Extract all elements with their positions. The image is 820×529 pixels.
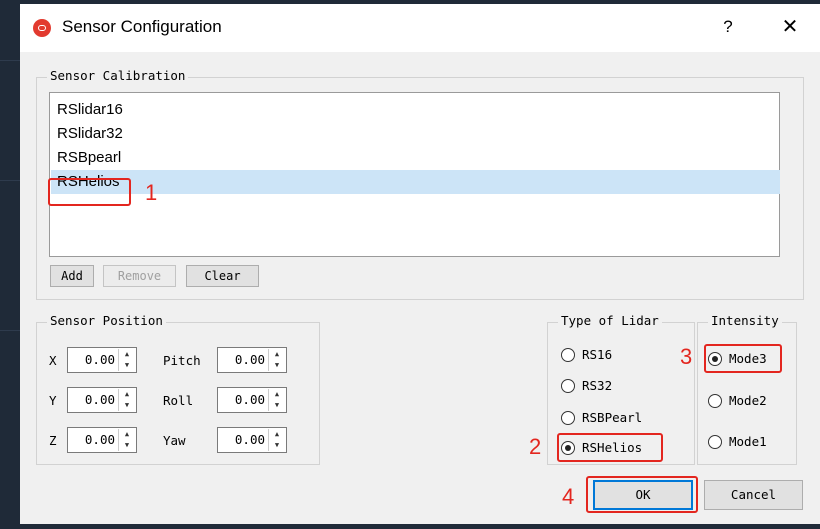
z-value: 0.00 [84, 432, 115, 447]
ok-button[interactable]: OK [593, 480, 693, 510]
radio-button[interactable] [561, 411, 575, 425]
yaw-spinbox-arrows[interactable]: ▲ ▼ [268, 429, 285, 451]
spin-up-icon[interactable]: ▲ [269, 429, 285, 440]
help-button[interactable]: ? [716, 14, 740, 40]
roll-value: 0.00 [234, 392, 265, 407]
cancel-button[interactable]: Cancel [704, 480, 803, 510]
background-line [0, 330, 20, 331]
add-button[interactable]: Add [50, 265, 94, 287]
pitch-value: 0.00 [234, 352, 265, 367]
annotation-number-3: 3 [680, 344, 693, 369]
remove-button[interactable]: Remove [103, 265, 176, 287]
spin-down-icon[interactable]: ▼ [119, 440, 135, 451]
pitch-label: Pitch [163, 353, 201, 368]
background-line [0, 180, 20, 181]
yaw-value: 0.00 [234, 432, 265, 447]
radio-button[interactable] [708, 435, 722, 449]
x-spinbox[interactable]: 0.00 ▲ ▼ [67, 347, 137, 373]
z-label: Z [49, 433, 57, 448]
radio-button[interactable] [561, 348, 575, 362]
annotation-highlight-2 [557, 433, 663, 462]
calibration-list[interactable]: RSlidar16 RSlidar32 RSBpearl RSHelios [49, 92, 780, 257]
z-spinbox[interactable]: 0.00 ▲ ▼ [67, 427, 137, 453]
radio-button[interactable] [708, 394, 722, 408]
radio-label: Mode1 [729, 434, 767, 449]
pitch-spinbox[interactable]: 0.00 ▲ ▼ [217, 347, 287, 373]
y-value: 0.00 [84, 392, 115, 407]
sensor-configuration-dialog: Sensor Configuration ? ✕ Sensor Calibrat… [20, 4, 820, 524]
roll-spinbox-arrows[interactable]: ▲ ▼ [268, 389, 285, 411]
close-icon[interactable]: ✕ [777, 14, 803, 40]
annotation-number-4: 4 [562, 484, 575, 509]
list-item[interactable]: RSlidar16 [51, 98, 780, 122]
x-spinbox-arrows[interactable]: ▲ ▼ [118, 349, 135, 371]
app-icon [33, 19, 51, 37]
sensor-position-title: Sensor Position [47, 313, 166, 328]
spin-down-icon[interactable]: ▼ [269, 400, 285, 411]
y-spinbox-arrows[interactable]: ▲ ▼ [118, 389, 135, 411]
spin-up-icon[interactable]: ▲ [269, 349, 285, 360]
annotation-highlight-3 [704, 344, 782, 373]
radio-label: RS16 [582, 347, 613, 362]
z-spinbox-arrows[interactable]: ▲ ▼ [118, 429, 135, 451]
annotation-number-2: 2 [529, 434, 542, 459]
spin-up-icon[interactable]: ▲ [119, 349, 135, 360]
yaw-label: Yaw [163, 433, 186, 448]
spin-up-icon[interactable]: ▲ [119, 429, 135, 440]
lidar-type-title: Type of Lidar [558, 313, 662, 328]
intensity-title: Intensity [708, 313, 782, 328]
spin-up-icon[interactable]: ▲ [269, 389, 285, 400]
clear-button[interactable]: Clear [186, 265, 259, 287]
title-bar: Sensor Configuration ? ✕ [20, 4, 820, 52]
list-item[interactable]: RSBpearl [51, 146, 780, 170]
list-item-selected[interactable]: RSHelios [51, 170, 780, 194]
y-spinbox[interactable]: 0.00 ▲ ▼ [67, 387, 137, 413]
spin-down-icon[interactable]: ▼ [119, 400, 135, 411]
roll-spinbox[interactable]: 0.00 ▲ ▼ [217, 387, 287, 413]
sensor-calibration-title: Sensor Calibration [47, 68, 189, 83]
yaw-spinbox[interactable]: 0.00 ▲ ▼ [217, 427, 287, 453]
radio-label: RS32 [582, 378, 613, 393]
background-line [0, 60, 20, 61]
spin-down-icon[interactable]: ▼ [269, 440, 285, 451]
radio-label: Mode2 [729, 393, 767, 408]
radio-button[interactable] [561, 379, 575, 393]
x-value: 0.00 [84, 352, 115, 367]
list-item[interactable]: RSlidar32 [51, 122, 780, 146]
spin-down-icon[interactable]: ▼ [119, 360, 135, 371]
x-label: X [49, 353, 57, 368]
annotation-number-1: 1 [145, 180, 158, 205]
window-title: Sensor Configuration [62, 17, 222, 36]
spin-down-icon[interactable]: ▼ [269, 360, 285, 371]
y-label: Y [49, 393, 57, 408]
pitch-spinbox-arrows[interactable]: ▲ ▼ [268, 349, 285, 371]
annotation-highlight-1 [48, 178, 131, 206]
radio-label: RSBPearl [582, 410, 643, 425]
roll-label: Roll [163, 393, 194, 408]
spin-up-icon[interactable]: ▲ [119, 389, 135, 400]
